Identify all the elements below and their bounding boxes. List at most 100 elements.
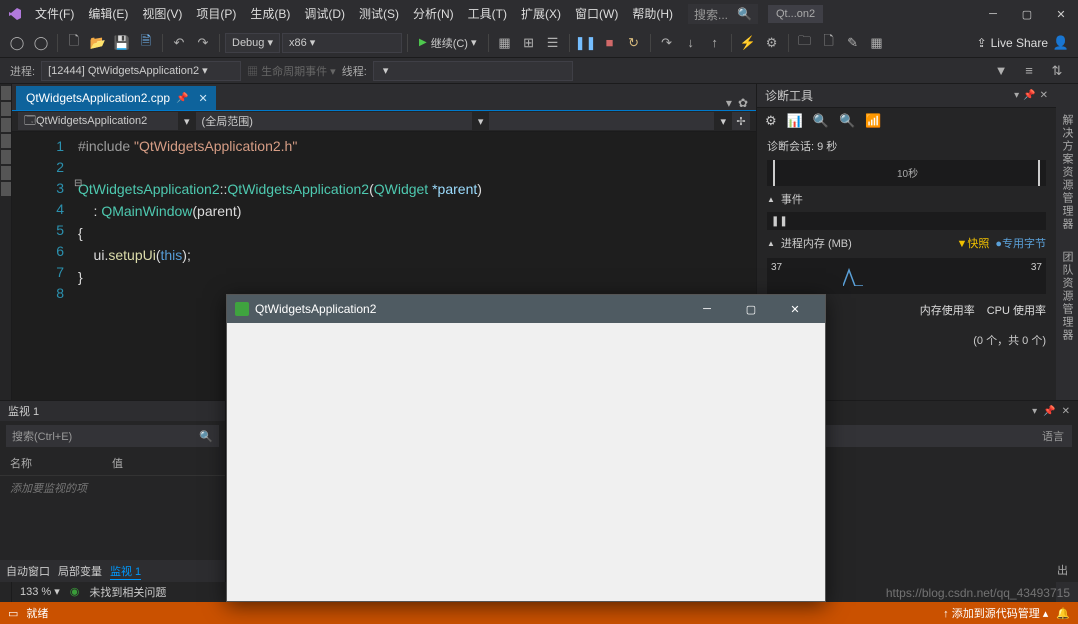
stop-icon[interactable]: ■: [599, 32, 621, 54]
zoomout-icon[interactable]: 🔍: [839, 113, 855, 129]
fold-collapse-icon[interactable]: ⊟: [74, 178, 82, 189]
child-app-icon: [235, 302, 249, 316]
tb-ext5[interactable]: ✎: [842, 32, 864, 54]
pin-icon[interactable]: 📌: [176, 93, 188, 104]
panel-close-icon[interactable]: ✕: [1040, 90, 1048, 101]
open-icon[interactable]: 📂: [87, 32, 109, 54]
status-ready: 就绪: [26, 605, 48, 621]
tb-icon3[interactable]: ☰: [542, 32, 564, 54]
platform-combo[interactable]: x86 ▾: [282, 33, 402, 53]
titlebar: 文件(F) 编辑(E) 视图(V) 项目(P) 生成(B) 调试(D) 测试(S…: [0, 0, 1078, 28]
menu-debug[interactable]: 调试(D): [297, 0, 352, 28]
tb-ext1[interactable]: ⚡: [737, 32, 759, 54]
menu-tools[interactable]: 工具(T): [461, 0, 514, 28]
nav-scope[interactable]: 🗔 QtWidgetsApplication2: [18, 112, 178, 130]
window-minimize[interactable]: ─: [976, 0, 1010, 28]
window-maximize[interactable]: ▢: [1010, 0, 1044, 28]
save-icon[interactable]: 💾: [111, 32, 133, 54]
title-search[interactable]: 搜索... 🔍: [688, 4, 758, 24]
tb-icon2[interactable]: ⊞: [518, 32, 540, 54]
new-project-icon[interactable]: 🗋: [63, 32, 85, 54]
team-explorer-tab[interactable]: 团队资源管理器: [1059, 251, 1075, 342]
solution-explorer-tab[interactable]: 解决方案资源管理器: [1059, 114, 1075, 231]
source-control[interactable]: ↑ 添加到源代码管理 ▴: [943, 605, 1048, 621]
tab-dropdown-icon[interactable]: ▾: [726, 96, 732, 110]
menu-project[interactable]: 项目(P): [189, 0, 243, 28]
diag-timeline[interactable]: 10秒: [767, 160, 1046, 186]
nav-bar: 🗔 QtWidgetsApplication2 ▾ (全局范围) ▾ ▾ ✢: [12, 110, 756, 132]
tb-icon1[interactable]: ▦: [494, 32, 516, 54]
watch-search[interactable]: 搜索(Ctrl+E) 🔍: [6, 425, 219, 447]
child-titlebar[interactable]: QtWidgetsApplication2 ─ ▢ ✕: [227, 295, 825, 323]
watch-hint[interactable]: 添加要监视的项: [0, 476, 225, 500]
chart-icon[interactable]: 📊: [787, 113, 803, 129]
thread-combo[interactable]: ▾: [373, 61, 573, 81]
watch-col-val[interactable]: 值: [112, 455, 123, 471]
filter-icon[interactable]: ▼: [990, 60, 1012, 82]
menu-build[interactable]: 生成(B): [243, 0, 297, 28]
tab-local[interactable]: 局部变量: [58, 563, 102, 579]
nav-fwd-icon[interactable]: ◯: [30, 32, 52, 54]
vs-logo-icon: [6, 5, 24, 23]
child-maximize[interactable]: ▢: [729, 295, 773, 323]
nav-scope2[interactable]: (全局范围): [196, 112, 472, 130]
tb-ext3[interactable]: 🗀: [794, 32, 816, 54]
child-close[interactable]: ✕: [773, 295, 817, 323]
tab-gear-icon[interactable]: ✿: [738, 96, 748, 110]
watch-title: 监视 1: [0, 401, 225, 421]
menu-test[interactable]: 测试(S): [352, 0, 406, 28]
menu-extensions[interactable]: 扩展(X): [514, 0, 568, 28]
procmem-head[interactable]: ▲进程内存 (MB) ▼快照 ●专用字节: [757, 232, 1056, 254]
undo-icon[interactable]: ↶: [168, 32, 190, 54]
step-into-icon[interactable]: ↓: [680, 32, 702, 54]
pause-icon[interactable]: ❚❚: [575, 32, 597, 54]
tb-ext6[interactable]: ▦: [866, 32, 888, 54]
restart-icon[interactable]: ↻: [623, 32, 645, 54]
zoom-level[interactable]: 133 % ▾: [20, 585, 60, 598]
nav-back-icon[interactable]: ◯: [6, 32, 28, 54]
menu-file[interactable]: 文件(F): [28, 0, 81, 28]
columns-icon[interactable]: 📶: [865, 113, 881, 129]
gear-icon[interactable]: ⚙: [765, 113, 777, 129]
child-minimize[interactable]: ─: [685, 295, 729, 323]
child-app-window[interactable]: QtWidgetsApplication2 ─ ▢ ✕: [226, 294, 826, 602]
panel-dropdown-icon[interactable]: ▾: [1014, 90, 1019, 101]
tb-ext2[interactable]: ⚙: [761, 32, 783, 54]
zoomin-icon[interactable]: 🔍: [813, 113, 829, 129]
tab-auto[interactable]: 自动窗口: [6, 563, 50, 579]
liveshare-button[interactable]: ⇪Live Share: [977, 36, 1048, 50]
continue-button[interactable]: ▶继续(C) ▾: [413, 32, 483, 54]
memory-chart[interactable]: 37 37: [767, 258, 1046, 294]
redo-icon[interactable]: ↷: [192, 32, 214, 54]
panel-close-icon[interactable]: ✕: [1062, 406, 1070, 417]
tab-watch[interactable]: 监视 1: [110, 563, 141, 580]
nav-split-icon[interactable]: ✢: [732, 112, 750, 130]
sort-icon[interactable]: ⇅: [1046, 60, 1068, 82]
menu-analyze[interactable]: 分析(N): [406, 0, 461, 28]
feedback-icon[interactable]: 👤: [1050, 32, 1072, 54]
file-tab-active[interactable]: QtWidgetsApplication2.cpp 📌 ✕: [16, 86, 216, 110]
diag-toolbar: ⚙ 📊 🔍 🔍 📶: [757, 108, 1056, 134]
events-head[interactable]: 事件: [781, 191, 803, 207]
time-label: 10秒: [897, 165, 918, 180]
panel-dropdown-icon[interactable]: ▾: [1032, 406, 1037, 417]
menu-edit[interactable]: 编辑(E): [81, 0, 135, 28]
tab-close-icon[interactable]: ✕: [199, 92, 208, 105]
save-all-icon[interactable]: 🗎: [135, 32, 157, 54]
step-over-icon[interactable]: ↷: [656, 32, 678, 54]
panel-pin-icon[interactable]: 📌: [1023, 90, 1035, 101]
nav-member[interactable]: [489, 112, 714, 130]
config-combo[interactable]: Debug ▾: [225, 33, 280, 53]
step-out-icon[interactable]: ↑: [704, 32, 726, 54]
menu-view[interactable]: 视图(V): [135, 0, 189, 28]
window-close[interactable]: ✕: [1044, 0, 1078, 28]
menu-help[interactable]: 帮助(H): [625, 0, 680, 28]
notifications-icon[interactable]: 🔔: [1056, 607, 1070, 620]
stack-icon[interactable]: ≡: [1018, 60, 1040, 82]
watch-col-name[interactable]: 名称: [10, 455, 32, 471]
tb-ext4[interactable]: 🗋: [818, 32, 840, 54]
process-combo[interactable]: [12444] QtWidgetsApplication2 ▾: [41, 61, 241, 81]
menu-window[interactable]: 窗口(W): [568, 0, 625, 28]
panel-pin-icon[interactable]: 📌: [1043, 406, 1055, 417]
events-box[interactable]: ❚❚: [767, 212, 1046, 230]
